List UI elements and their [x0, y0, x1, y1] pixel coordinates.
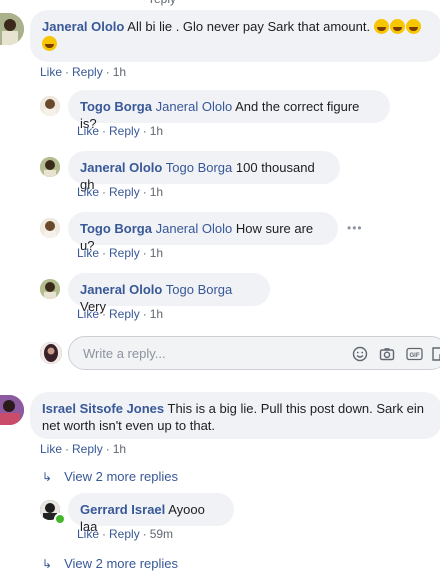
avatar-photo [40, 218, 60, 238]
avatar-photo [0, 395, 24, 425]
timestamp[interactable]: 1h [113, 442, 126, 456]
laughing-emoji-icon [389, 19, 405, 34]
avatar[interactable] [0, 395, 24, 425]
reply-link[interactable]: Reply [109, 124, 140, 138]
reply-actions: Like · Reply · 1h [77, 124, 164, 138]
reply-bubble: Togo Borga Janeral Ololo How sure are u? [68, 212, 338, 253]
timestamp[interactable]: 1h [150, 124, 163, 138]
mention-tag[interactable]: Togo Borga [166, 160, 233, 175]
reply-actions: Like · Reply · 1h [77, 246, 164, 260]
reply-actions: Like · Reply · 59m [77, 527, 174, 541]
reply-link[interactable]: Reply [72, 65, 103, 79]
like-link[interactable]: Like [77, 246, 99, 260]
laughing-emoji-icon [42, 36, 57, 51]
reply-link[interactable]: Reply [109, 307, 140, 321]
view-more-label: View 2 more replies [64, 469, 178, 484]
gif-icon[interactable]: GIF [406, 346, 423, 362]
view-more-label: View 2 more replies [64, 556, 178, 571]
timestamp[interactable]: 59m [150, 527, 173, 541]
reply-bubble: Gerrard Israel Ayooo laa [68, 493, 234, 534]
like-link[interactable]: Like [77, 307, 99, 321]
comment-bubble: Janeral Ololo All bi lie . Glo never pay… [30, 10, 440, 62]
online-status-dot [54, 513, 66, 525]
more-dots-icon[interactable]: ••• [347, 221, 363, 235]
reply-bubble: Togo Borga Janeral Ololo And the correct… [68, 90, 390, 131]
current-user-avatar [40, 342, 62, 364]
comment-author[interactable]: Janeral Ololo [42, 19, 124, 34]
avatar[interactable] [40, 218, 60, 238]
reply-input[interactable] [81, 345, 335, 362]
reply-bubble: Janeral Ololo Togo Borga 100 thousand gh [68, 151, 340, 192]
camera-icon[interactable] [379, 346, 395, 362]
avatar-photo [40, 157, 60, 177]
laughing-emoji-icon [405, 19, 421, 34]
reply-author[interactable]: Togo Borga [80, 221, 152, 236]
timestamp[interactable]: 1h [113, 65, 126, 79]
avatar-photo [40, 279, 60, 299]
like-link[interactable]: Like [77, 124, 99, 138]
reply-link[interactable]: Reply [109, 527, 140, 541]
reply-actions: Like · Reply · 1h [77, 307, 164, 321]
reply-link[interactable]: Reply [109, 185, 140, 199]
top-partial-text: reply [150, 0, 176, 6]
avatar-photo [40, 96, 60, 116]
avatar[interactable] [40, 96, 60, 116]
comment-text: net worth isn't even up to that. [42, 418, 216, 433]
smile-icon[interactable] [352, 346, 368, 362]
comment-actions: Like · Reply · 1h [40, 442, 127, 456]
reply-arrow-icon: ↳ [42, 557, 53, 571]
comment-text: This is a big lie. Pull this post down. … [167, 401, 425, 416]
reply-author[interactable]: Togo Borga [80, 99, 152, 114]
reply-author[interactable]: Janeral Ololo [80, 160, 162, 175]
reply-bubble: Janeral Ololo Togo Borga Very [68, 273, 270, 314]
mention-tag[interactable]: Togo Borga [166, 282, 233, 297]
reply-arrow-icon: ↳ [42, 470, 53, 484]
avatar[interactable] [40, 157, 60, 177]
reply-author[interactable]: Gerrard Israel [80, 502, 165, 517]
avatar[interactable] [0, 13, 24, 45]
comment-bubble: Israel Sitsofe Jones This is a big lie. … [30, 392, 440, 439]
avatar-photo [0, 13, 24, 45]
timestamp[interactable]: 1h [150, 246, 163, 260]
like-link[interactable]: Like [77, 527, 99, 541]
reply-link[interactable]: Reply [72, 442, 103, 456]
mention-tag[interactable]: Janeral Ololo [156, 221, 233, 236]
like-link[interactable]: Like [40, 65, 62, 79]
view-more-replies[interactable]: ↳ View 2 more replies [42, 556, 178, 571]
reply-link[interactable]: Reply [109, 246, 140, 260]
avatar-photo [40, 342, 62, 364]
timestamp[interactable]: 1h [150, 307, 163, 321]
laughing-emoji-icon [373, 19, 389, 34]
comment-actions: Like · Reply · 1h [40, 65, 127, 79]
mention-tag[interactable]: Janeral Ololo [156, 99, 233, 114]
like-link[interactable]: Like [40, 442, 62, 456]
avatar[interactable] [40, 279, 60, 299]
svg-text:GIF: GIF [410, 353, 420, 359]
view-more-replies[interactable]: ↳ View 2 more replies [42, 469, 178, 484]
sticker-icon[interactable] [431, 346, 440, 362]
like-link[interactable]: Like [77, 185, 99, 199]
comment-author[interactable]: Israel Sitsofe Jones [42, 401, 164, 416]
comment-text: All bi lie . Glo never pay Sark that amo… [127, 19, 371, 34]
reply-author[interactable]: Janeral Ololo [80, 282, 162, 297]
reply-input-box[interactable]: GIF [68, 336, 440, 370]
reply-actions: Like · Reply · 1h [77, 185, 164, 199]
timestamp[interactable]: 1h [150, 185, 163, 199]
